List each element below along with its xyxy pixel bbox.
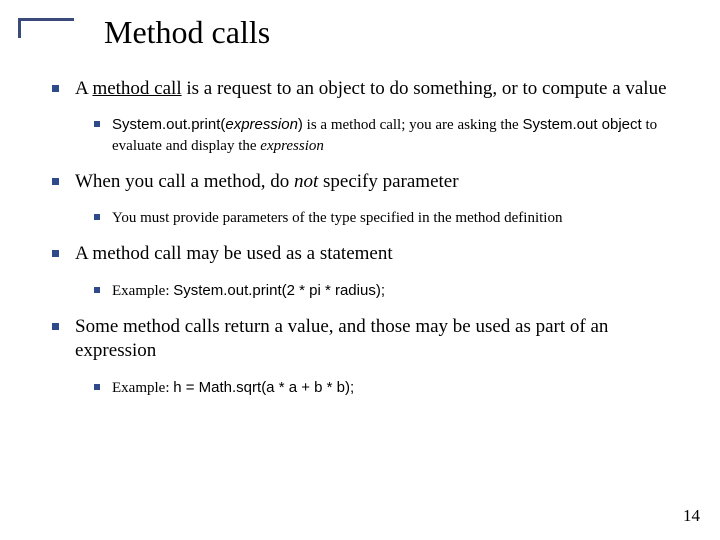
bullet-1: A method call is a request to an object … bbox=[52, 77, 692, 101]
text: A bbox=[75, 78, 92, 99]
square-bullet-icon bbox=[94, 121, 100, 127]
square-bullet-icon bbox=[94, 214, 100, 220]
square-bullet-icon bbox=[52, 323, 59, 330]
sub-text: System.out.print(expression) is a method… bbox=[112, 115, 692, 156]
text: When you call a method, do bbox=[75, 171, 294, 192]
bullet-4: Some method calls return a value, and th… bbox=[52, 315, 692, 364]
text: is a request to an object to do somethin… bbox=[182, 78, 667, 99]
bullet-1-sub: System.out.print(expression) is a method… bbox=[52, 109, 692, 170]
code: System.out.print(2 * pi * radius); bbox=[173, 282, 385, 299]
square-bullet-icon bbox=[52, 250, 59, 257]
square-bullet-icon bbox=[94, 287, 100, 293]
title-block: Method calls bbox=[0, 0, 720, 59]
text: Example: bbox=[112, 380, 173, 396]
bullet-2-sub: You must provide parameters of the type … bbox=[52, 202, 692, 242]
sub-bullet: Example: System.out.print(2 * pi * radiu… bbox=[94, 281, 692, 301]
page-title: Method calls bbox=[104, 14, 720, 51]
italic-text: expression bbox=[260, 138, 324, 154]
bullet-2-text: When you call a method, do not specify p… bbox=[75, 170, 459, 194]
bullet-3-sub: Example: System.out.print(2 * pi * radiu… bbox=[52, 275, 692, 315]
page-number: 14 bbox=[683, 506, 700, 526]
bullet-4-text: Some method calls return a value, and th… bbox=[75, 315, 692, 364]
bullet-3: A method call may be used as a statement bbox=[52, 242, 692, 266]
square-bullet-icon bbox=[94, 384, 100, 390]
sub-text: You must provide parameters of the type … bbox=[112, 208, 562, 228]
sub-text: Example: h = Math.sqrt(a * a + b * b); bbox=[112, 378, 354, 398]
code: System.out.print( bbox=[112, 116, 225, 133]
sub-bullet: You must provide parameters of the type … bbox=[94, 208, 692, 228]
method-call-underline: method call bbox=[92, 78, 181, 99]
corner-rule bbox=[18, 18, 74, 38]
bullet-3-text: A method call may be used as a statement bbox=[75, 242, 393, 266]
square-bullet-icon bbox=[52, 85, 59, 92]
bullet-1-text: A method call is a request to an object … bbox=[75, 77, 667, 101]
code-italic: expression bbox=[225, 116, 298, 133]
text: is a method call; you are asking the bbox=[303, 117, 523, 133]
code: System.out object bbox=[522, 116, 641, 133]
sub-text: Example: System.out.print(2 * pi * radiu… bbox=[112, 281, 385, 301]
italic-text: not bbox=[294, 171, 318, 192]
sub-bullet: Example: h = Math.sqrt(a * a + b * b); bbox=[94, 378, 692, 398]
text: Example: bbox=[112, 283, 173, 299]
text: specify parameter bbox=[318, 171, 458, 192]
content-area: A method call is a request to an object … bbox=[0, 59, 720, 412]
code: h = Math.sqrt(a * a + b * b); bbox=[173, 379, 354, 396]
square-bullet-icon bbox=[52, 178, 59, 185]
bullet-4-sub: Example: h = Math.sqrt(a * a + b * b); bbox=[52, 372, 692, 412]
bullet-2: When you call a method, do not specify p… bbox=[52, 170, 692, 194]
sub-bullet: System.out.print(expression) is a method… bbox=[94, 115, 692, 156]
